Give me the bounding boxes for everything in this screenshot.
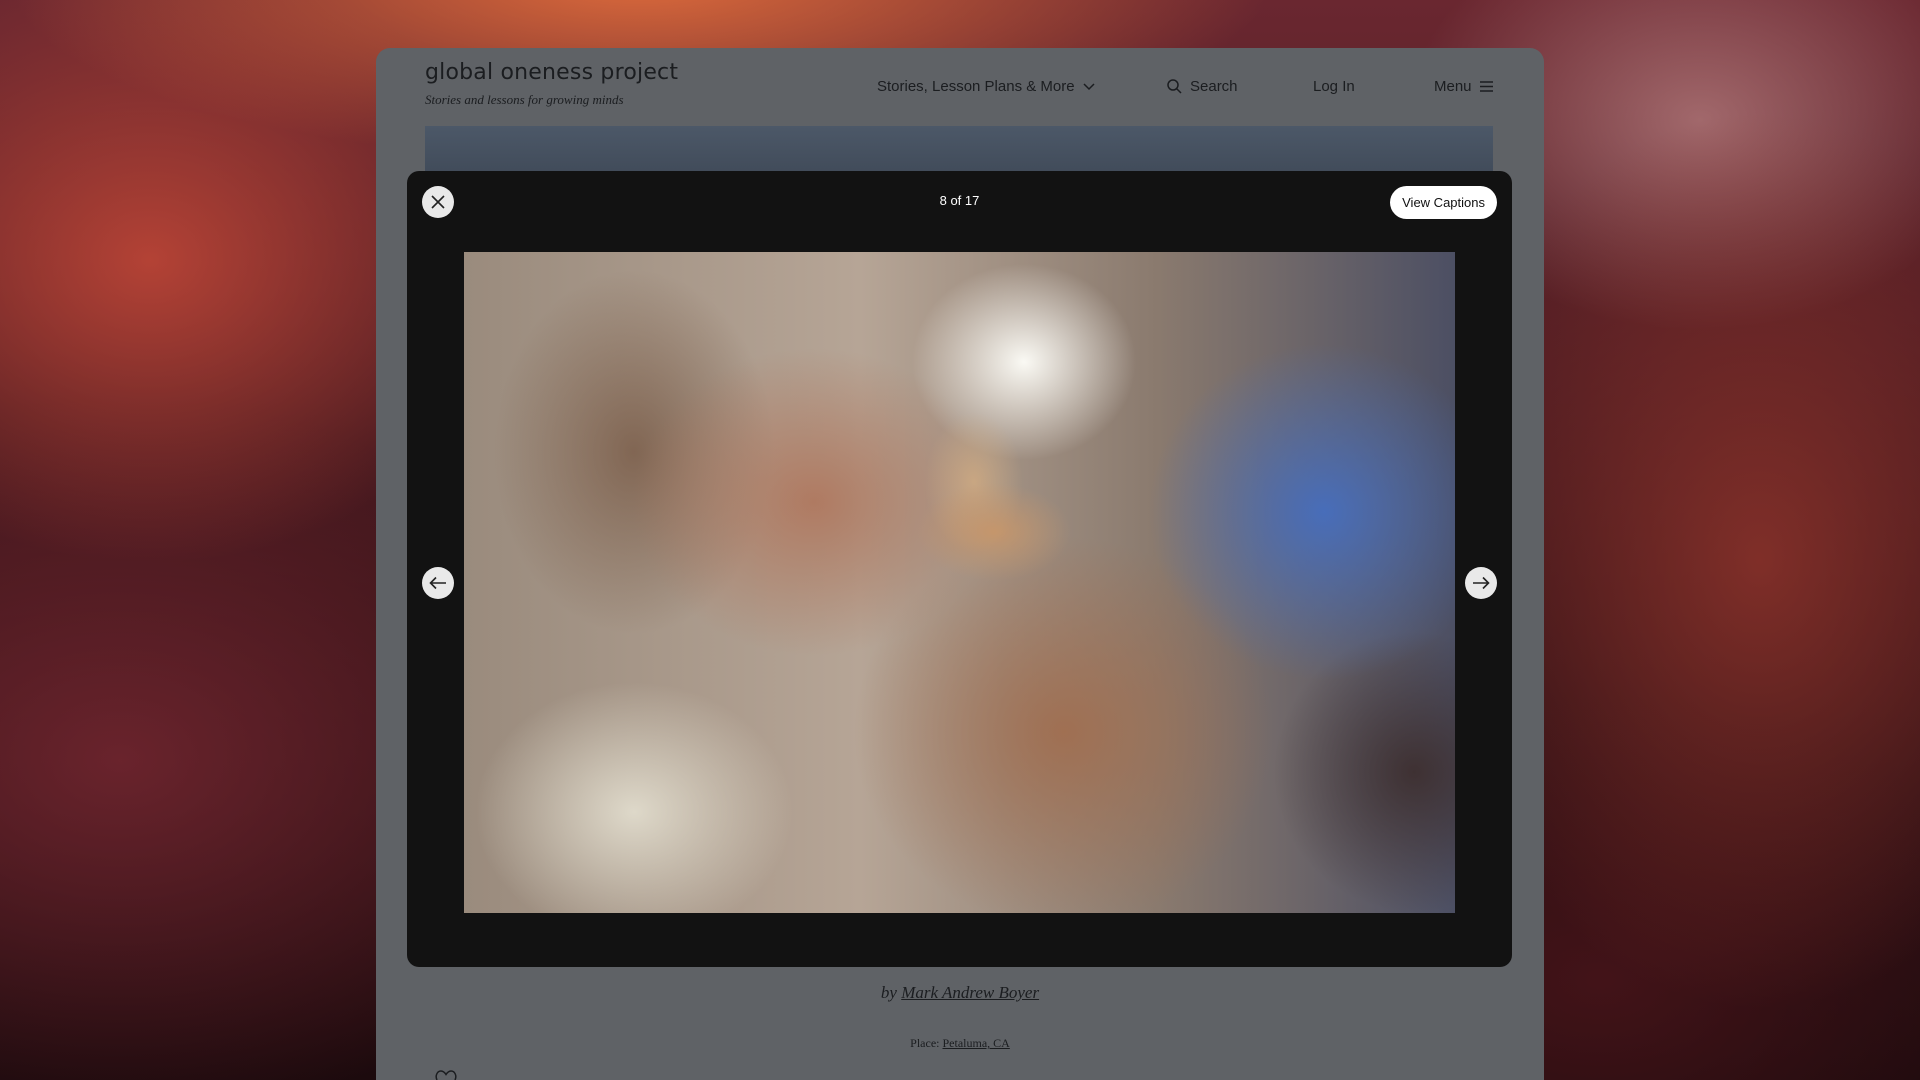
nav-search-label: Search [1190,78,1238,95]
arrow-right-icon [1473,576,1490,590]
arrow-left-icon [429,576,446,590]
slide-counter: 8 of 17 [939,193,980,208]
nav-stories-dropdown[interactable]: Stories, Lesson Plans & More [877,78,1095,95]
place-line: Place: Petaluma, CA [376,1036,1544,1051]
nav-menu-label: Menu [1434,78,1472,95]
place-label: Place: [910,1036,940,1050]
gallery-lightbox: 8 of 17 View Captions [407,171,1512,967]
next-slide-button[interactable] [1465,567,1497,599]
hamburger-icon [1479,81,1493,92]
nav-search-button[interactable]: Search [1167,78,1238,95]
site-logo[interactable]: global oneness project [425,60,678,85]
nav-menu-button[interactable]: Menu [1434,78,1493,95]
nav-stories-label: Stories, Lesson Plans & More [877,78,1075,95]
place-link[interactable]: Petaluma, CA [943,1036,1010,1050]
nav-login-link[interactable]: Log In [1313,78,1355,95]
site-tagline: Stories and lessons for growing minds [425,92,624,107]
search-icon [1167,79,1182,94]
photo-credit: by Mark Andrew Boyer [376,983,1544,1003]
nav-login-label: Log In [1313,78,1355,95]
previous-slide-button[interactable] [422,567,454,599]
photo-detail [884,412,1114,612]
view-captions-button[interactable]: View Captions [1390,186,1497,219]
chevron-down-icon [1083,82,1095,90]
credit-author-link[interactable]: Mark Andrew Boyer [901,983,1039,1002]
heart-icon[interactable] [435,1070,457,1080]
credit-prefix: by [880,983,897,1002]
gallery-photo [464,252,1455,913]
